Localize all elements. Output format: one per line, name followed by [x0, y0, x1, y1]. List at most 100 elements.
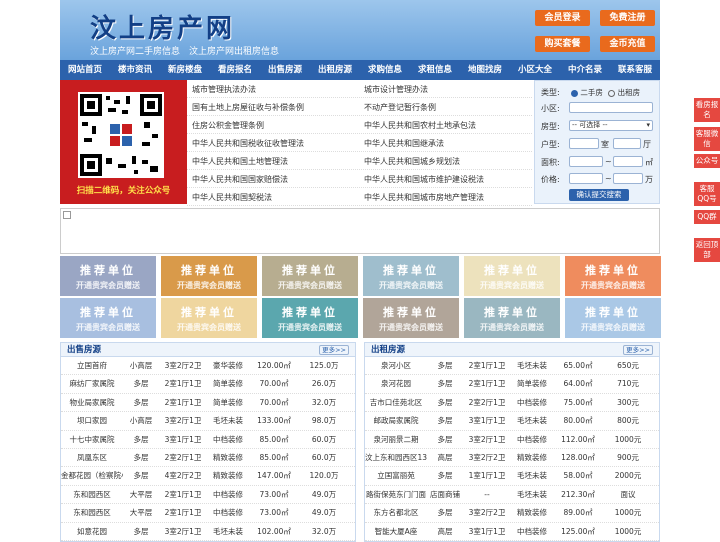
policy-link[interactable]: 中华人民共和国税收征收管理法 — [192, 138, 304, 149]
recommend-slot[interactable]: 推荐单位 开通贵宾会员赠送 — [60, 298, 156, 338]
table-cell: 2室1厅1卫 — [468, 379, 506, 389]
recommend-slot[interactable]: 推荐单位 开通贵宾会员赠送 — [262, 298, 358, 338]
nav-item[interactable]: 求购信息 — [360, 60, 410, 80]
price-min-input[interactable] — [569, 173, 603, 184]
sale-more-link[interactable]: 更多>> — [319, 345, 349, 355]
area-min-input[interactable] — [569, 156, 603, 167]
table-row[interactable]: 泉河小区 多层 2室1厅1卫 毛坯未装 65.00㎡ 650元 — [365, 357, 659, 376]
table-row[interactable]: 东方名都北区 多层 3室2厅2卫 精致装修 89.00㎡ 1000元 — [365, 504, 659, 523]
policy-link[interactable]: 不动产登记暂行条例 — [364, 102, 436, 113]
price-max-input[interactable] — [613, 173, 643, 184]
ting-select[interactable] — [613, 138, 641, 149]
recommend-title: 推荐单位 — [585, 306, 641, 319]
recharge-button[interactable]: 金币充值 — [600, 36, 655, 52]
policy-link[interactable]: 中华人民共和国土地管理法 — [192, 156, 288, 167]
register-button[interactable]: 免费注册 — [600, 10, 655, 26]
login-button[interactable]: 会员登录 — [535, 10, 590, 26]
table-row[interactable]: 金都花园（检察院小区多层 4室2厅2卫 精致装修 147.00㎡ 120.0万 — [61, 467, 355, 486]
huxing-label: 户型: — [541, 140, 560, 149]
table-row[interactable]: 泉河丽景二期 多层 3室2厅1卫 中档装修 112.00㎡ 1000元 — [365, 431, 659, 449]
recommend-slot[interactable]: 推荐单位 开通贵宾会员赠送 — [464, 256, 560, 296]
recommend-slot[interactable]: 推荐单位 开通贵宾会员赠送 — [565, 298, 661, 338]
policy-link[interactable]: 城市设计管理办法 — [364, 84, 428, 95]
side-item[interactable]: 客服微信 — [694, 127, 720, 151]
side-item[interactable]: 客服QQ号 — [694, 182, 720, 206]
table-cell: 小高层 — [129, 361, 153, 370]
xiaoqu-input[interactable] — [569, 102, 653, 113]
recommend-slot[interactable]: 推荐单位 开通贵宾会员赠送 — [464, 298, 560, 338]
table-row[interactable]: 立国首府 小高层 3室2厅2卫 豪华装修 120.00㎡ 125.0万 — [61, 357, 355, 376]
fangxing-select[interactable]: -- 可选择 -- ▾ — [569, 120, 653, 131]
nav-item[interactable]: 新房楼盘 — [160, 60, 210, 80]
shi-select[interactable] — [569, 138, 599, 149]
recommend-slot[interactable]: 推荐单位 开通贵宾会员赠送 — [161, 256, 257, 296]
table-row[interactable]: 麻纺厂家属院 多层 2室1厅1卫 简单装修 70.00㎡ 26.0万 — [61, 375, 355, 394]
search-submit-button[interactable]: 确认提交搜索 — [569, 189, 629, 201]
radio-ershoufang[interactable] — [571, 89, 578, 97]
table-row[interactable]: 东和园西区 大平层 2室1厅1卫 中档装修 73.00㎡ 49.0万 — [61, 504, 355, 523]
table-row[interactable]: 坝口家园 小高层 3室2厅1卫 毛坯未装 133.00㎡ 98.0万 — [61, 412, 355, 431]
table-cell: 毛坯未装 — [213, 526, 243, 536]
table-row[interactable]: 泉河花园 多层 2室1厅1卫 简单装修 64.00㎡ 710元 — [365, 375, 659, 394]
table-row[interactable]: 立国富丽苑 多层 1室1厅1卫 毛坯未装 58.00㎡ 2000元 — [365, 467, 659, 486]
recommend-slot[interactable]: 推荐单位 开通贵宾会员赠送 — [363, 256, 459, 296]
nav-item[interactable]: 看房报名 — [210, 60, 260, 80]
table-row[interactable]: 汶上东和园西区13号高层 3室2厅2卫 精致装修 128.00㎡ 900元 — [365, 449, 659, 468]
recommend-slot[interactable]: 推荐单位 开通贵宾会员赠送 — [565, 256, 661, 296]
table-cell: 1室1厅1卫 — [468, 471, 506, 481]
table-row[interactable]: 路街保苑东门门面 店面商铺 -- 毛坯未装 212.30㎡ 面议 — [365, 486, 659, 505]
table-row[interactable]: 如意花园 多层 3室2厅1卫 毛坯未装 102.00㎡ 32.0万 — [61, 523, 355, 541]
area-max-input[interactable] — [613, 156, 643, 167]
site-logo[interactable]: 汶上房产网 — [90, 8, 235, 45]
nav-item[interactable]: 联系客服 — [610, 60, 660, 80]
recommend-slot[interactable]: 推荐单位 开通贵宾会员赠送 — [262, 256, 358, 296]
side-item[interactable]: QQ群 — [694, 210, 720, 224]
table-cell: 十七中家属院 — [69, 434, 115, 444]
table-row[interactable]: 十七中家属院 多层 3室1厅1卫 中档装修 85.00㎡ 60.0万 — [61, 431, 355, 449]
nav-item[interactable]: 中介名录 — [560, 60, 610, 80]
policy-link[interactable]: 中华人民共和国城市房地产管理法 — [364, 192, 484, 203]
nav-item[interactable]: 出租房源 — [310, 60, 360, 80]
xiaoqu-label: 小区: — [541, 104, 560, 113]
ad-banner[interactable] — [60, 208, 660, 254]
nav-item[interactable]: 出售房源 — [260, 60, 310, 80]
table-row[interactable]: 东和园西区 大平层 2室1厅1卫 中档装修 73.00㎡ 49.0万 — [61, 486, 355, 505]
table-cell: 49.0万 — [311, 508, 337, 518]
nav-item[interactable]: 小区大全 — [510, 60, 560, 80]
side-item[interactable]: 公众号 — [694, 154, 720, 168]
recommend-slot[interactable]: 推荐单位 开通贵宾会员赠送 — [60, 256, 156, 296]
recommend-slot[interactable]: 推荐单位 开通贵宾会员赠送 — [161, 298, 257, 338]
policy-link[interactable]: 中华人民共和国契税法 — [192, 192, 272, 203]
policy-link[interactable]: 中华人民共和国城市维护建设税法 — [364, 174, 484, 185]
table-cell: 212.30㎡ — [561, 489, 595, 499]
table-cell: 精致装修 — [213, 471, 243, 481]
policy-link[interactable]: 城市管理执法办法 — [192, 84, 256, 95]
table-row[interactable]: 凤凰东区 多层 2室2厅1卫 精致装修 85.00㎡ 60.0万 — [61, 449, 355, 468]
side-item[interactable]: 返回顶部 — [694, 238, 720, 262]
table-cell: 75.00㎡ — [563, 397, 593, 407]
table-cell: 豪华装修 — [213, 361, 243, 370]
table-row[interactable]: 物业局家属院 多层 2室1厅1卫 简单装修 70.00㎡ 32.0万 — [61, 394, 355, 413]
quick-search-panel: 类型: 二手房 出租房 小区: 房型: -- 可选择 -- ▾ 户型: 室 厅 面… — [534, 80, 660, 204]
policy-link[interactable]: 国有土地上房屋征收与补偿条例 — [192, 102, 304, 113]
nav-item[interactable]: 地图找房 — [460, 60, 510, 80]
recommend-title: 推荐单位 — [484, 264, 540, 277]
rent-more-link[interactable]: 更多>> — [623, 345, 653, 355]
policy-link[interactable]: 中华人民共和国城乡规划法 — [364, 156, 460, 167]
side-item[interactable]: 看房报名 — [694, 98, 720, 122]
recommend-title: 推荐单位 — [181, 264, 237, 277]
nav-item[interactable]: 求租信息 — [410, 60, 460, 80]
nav-item[interactable]: 网站首页 — [60, 60, 110, 80]
table-row[interactable]: 智能大厦A座 高层 3室1厅1卫 中档装修 125.00㎡ 1000元 — [365, 523, 659, 541]
nav-item[interactable]: 楼市资讯 — [110, 60, 160, 80]
policy-link[interactable]: 住房公积金管理条例 — [192, 120, 264, 131]
table-cell: 多层 — [437, 397, 453, 407]
table-row[interactable]: 吉市口佳苑北区 多层 2室2厅1卫 中档装修 75.00㎡ 300元 — [365, 394, 659, 413]
table-row[interactable]: 邮政局家属院 多层 3室1厅1卫 毛坯未装 80.00㎡ 800元 — [365, 412, 659, 431]
policy-link[interactable]: 中华人民共和国继承法 — [364, 138, 444, 149]
buy-package-button[interactable]: 购买套餐 — [535, 36, 590, 52]
radio-chuzufang[interactable] — [608, 89, 616, 97]
policy-link[interactable]: 中华人民共和国国家赔偿法 — [192, 174, 288, 185]
recommend-slot[interactable]: 推荐单位 开通贵宾会员赠送 — [363, 298, 459, 338]
policy-link[interactable]: 中华人民共和国农村土地承包法 — [364, 120, 476, 131]
